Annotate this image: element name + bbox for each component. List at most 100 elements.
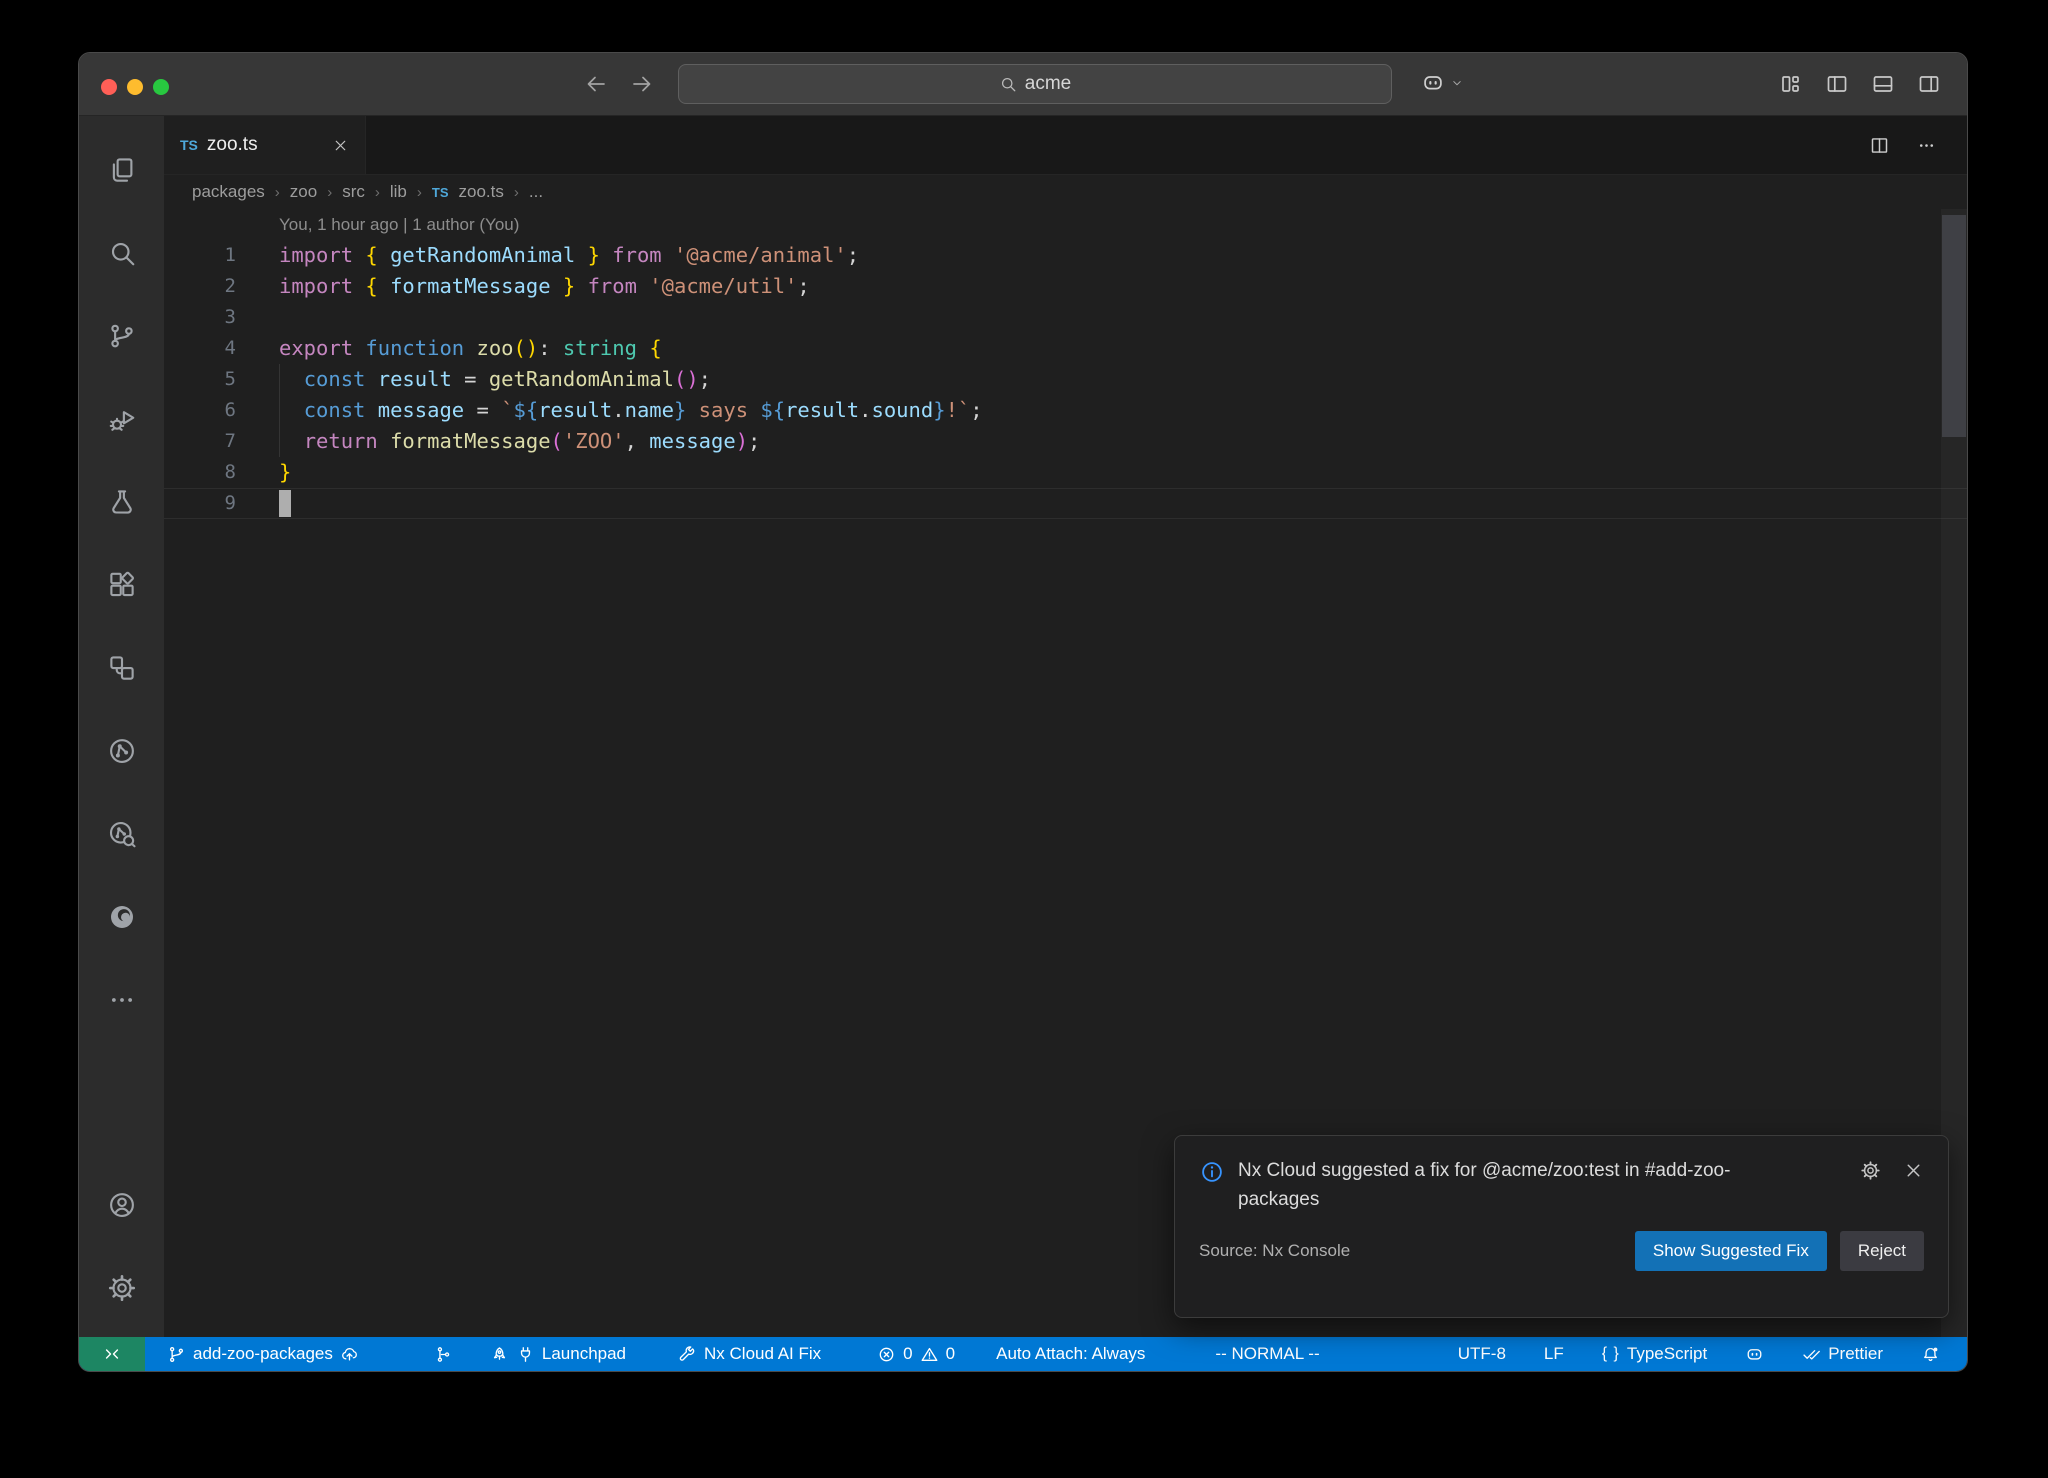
rocket-icon (490, 1345, 509, 1364)
source-control-icon (107, 321, 137, 351)
editor-actions (1869, 116, 1967, 174)
problems-status-label: 0 (903, 1344, 912, 1364)
line-number: 7 (164, 426, 236, 457)
toggle-secondary-sidebar-icon[interactable] (1917, 72, 1941, 96)
activity-item-edge-tools[interactable] (79, 875, 164, 958)
breadcrumb-item[interactable]: zoo.ts (459, 182, 504, 202)
auto-attach-status[interactable]: Auto Attach: Always (986, 1337, 1155, 1371)
more-actions-icon[interactable] (1916, 135, 1937, 156)
graph-search-icon (107, 819, 137, 849)
remote-icon (102, 1344, 122, 1364)
code-line[interactable]: 3 (164, 302, 1967, 333)
breadcrumb-item[interactable]: src (342, 182, 365, 202)
copilot-status[interactable] (1732, 1337, 1777, 1371)
activity-item-testing[interactable] (79, 460, 164, 543)
notifications-bell[interactable] (1908, 1337, 1953, 1371)
activity-item-explorer[interactable] (79, 128, 164, 211)
language-status[interactable]: { }TypeScript (1589, 1337, 1720, 1371)
git-graph-status[interactable] (424, 1337, 463, 1371)
zoom-window-button[interactable] (153, 79, 169, 95)
close-window-button[interactable] (101, 79, 117, 95)
breadcrumb-item[interactable]: lib (390, 182, 407, 202)
line-number: 2 (164, 271, 236, 302)
scrollbar-slider[interactable] (1942, 215, 1966, 437)
code-line[interactable]: 5 const result = getRandomAnimal(); (164, 364, 1967, 395)
toggle-panel-icon[interactable] (1871, 72, 1895, 96)
formatter-status[interactable]: Prettier (1789, 1337, 1896, 1371)
activity-item-graph-search[interactable] (79, 792, 164, 875)
activity-item-extensions[interactable] (79, 543, 164, 626)
code-line[interactable]: 1import { getRandomAnimal } from '@acme/… (164, 240, 1967, 271)
vscode-window: acme TS zoo (78, 52, 1968, 1372)
breadcrumb-item[interactable]: packages (192, 182, 265, 202)
gitlens-blame-annotation: You, 1 hour ago | 1 author (You) (164, 209, 1967, 240)
title-bar[interactable]: acme (79, 53, 1967, 116)
reject-button[interactable]: Reject (1840, 1231, 1924, 1271)
minimize-window-button[interactable] (127, 79, 143, 95)
close-tab-icon[interactable] (332, 137, 349, 154)
customize-layout-icon[interactable] (1779, 72, 1803, 96)
split-editor-icon[interactable] (1869, 135, 1890, 156)
plug-icon (516, 1345, 535, 1364)
testing-icon (107, 487, 137, 517)
copilot-menu[interactable] (1421, 71, 1464, 95)
breadcrumb-separator: › (417, 184, 422, 201)
branch-status[interactable]: add-zoo-packages (157, 1337, 369, 1371)
tab-zoo-ts[interactable]: TS zoo.ts (164, 116, 366, 174)
activity-item-settings[interactable] (79, 1246, 164, 1329)
forward-icon[interactable] (630, 72, 654, 96)
more-views-icon (107, 985, 137, 1015)
notification-close-icon[interactable] (1903, 1160, 1924, 1181)
code-line[interactable]: 2import { formatMessage } from '@acme/ut… (164, 271, 1967, 302)
notification-source: Source: Nx Console (1199, 1241, 1350, 1261)
line-number: 6 (164, 395, 236, 426)
activity-item-remote-explorer[interactable] (79, 626, 164, 709)
breadcrumb-separator: › (375, 184, 380, 201)
back-icon[interactable] (584, 72, 608, 96)
copilot-icon (1421, 71, 1445, 95)
history-nav (584, 72, 654, 96)
toggle-sidebar-icon[interactable] (1825, 72, 1849, 96)
git-branch-icon (167, 1345, 186, 1364)
activity-item-search[interactable] (79, 211, 164, 294)
ts-file-icon: TS (432, 185, 449, 200)
extensions-icon (107, 570, 137, 600)
code-line[interactable]: 9 (164, 488, 1967, 519)
search-icon (107, 238, 137, 268)
activity-item-source-control[interactable] (79, 294, 164, 377)
code-text: const result = getRandomAnimal(); (236, 364, 711, 395)
breadcrumb[interactable]: packages›zoo›src›lib›TSzoo.ts›... (164, 175, 1967, 209)
code-text: export function zoo(): string { (236, 333, 662, 364)
code-line[interactable]: 4export function zoo(): string { (164, 333, 1967, 364)
remote-indicator[interactable] (79, 1337, 145, 1371)
activity-item-more-views[interactable] (79, 958, 164, 1041)
traffic-lights (101, 79, 169, 95)
show-suggested-fix-button[interactable]: Show Suggested Fix (1635, 1231, 1827, 1271)
breadcrumb-item[interactable]: zoo (290, 182, 317, 202)
vim-mode-status[interactable]: -- NORMAL -- (1205, 1337, 1329, 1371)
braces-glyph: { } (1602, 1345, 1620, 1363)
activity-item-project-graph[interactable] (79, 709, 164, 792)
breadcrumb-item[interactable]: ... (529, 182, 543, 202)
notification-settings-gear-icon[interactable] (1860, 1160, 1881, 1181)
command-center-search[interactable]: acme (678, 64, 1392, 104)
launchpad-status[interactable]: Launchpad (480, 1337, 636, 1371)
error-icon (877, 1345, 896, 1364)
line-number: 4 (164, 333, 236, 364)
code-text (236, 302, 279, 333)
code-text: import { getRandomAnimal } from '@acme/a… (236, 240, 859, 271)
code-line[interactable]: 8} (164, 457, 1967, 488)
code-text: } (236, 457, 291, 488)
eol-status-label: LF (1544, 1344, 1564, 1364)
auto-attach-status-label: Auto Attach: Always (996, 1344, 1145, 1364)
encoding-status[interactable]: UTF-8 (1445, 1337, 1519, 1371)
code-line[interactable]: 7 return formatMessage('ZOO', message); (164, 426, 1967, 457)
problems-status[interactable]: 00 (867, 1337, 965, 1371)
code-line[interactable]: 6 const message = `${result.name} says $… (164, 395, 1967, 426)
layout-controls (1779, 72, 1941, 96)
activity-item-accounts[interactable] (79, 1163, 164, 1246)
eol-status[interactable]: LF (1531, 1337, 1577, 1371)
code-lines: 1import { getRandomAnimal } from '@acme/… (164, 240, 1967, 519)
activity-item-run-debug[interactable] (79, 377, 164, 460)
nx-cloud-ai-fix-status[interactable]: Nx Cloud AI Fix (668, 1337, 831, 1371)
